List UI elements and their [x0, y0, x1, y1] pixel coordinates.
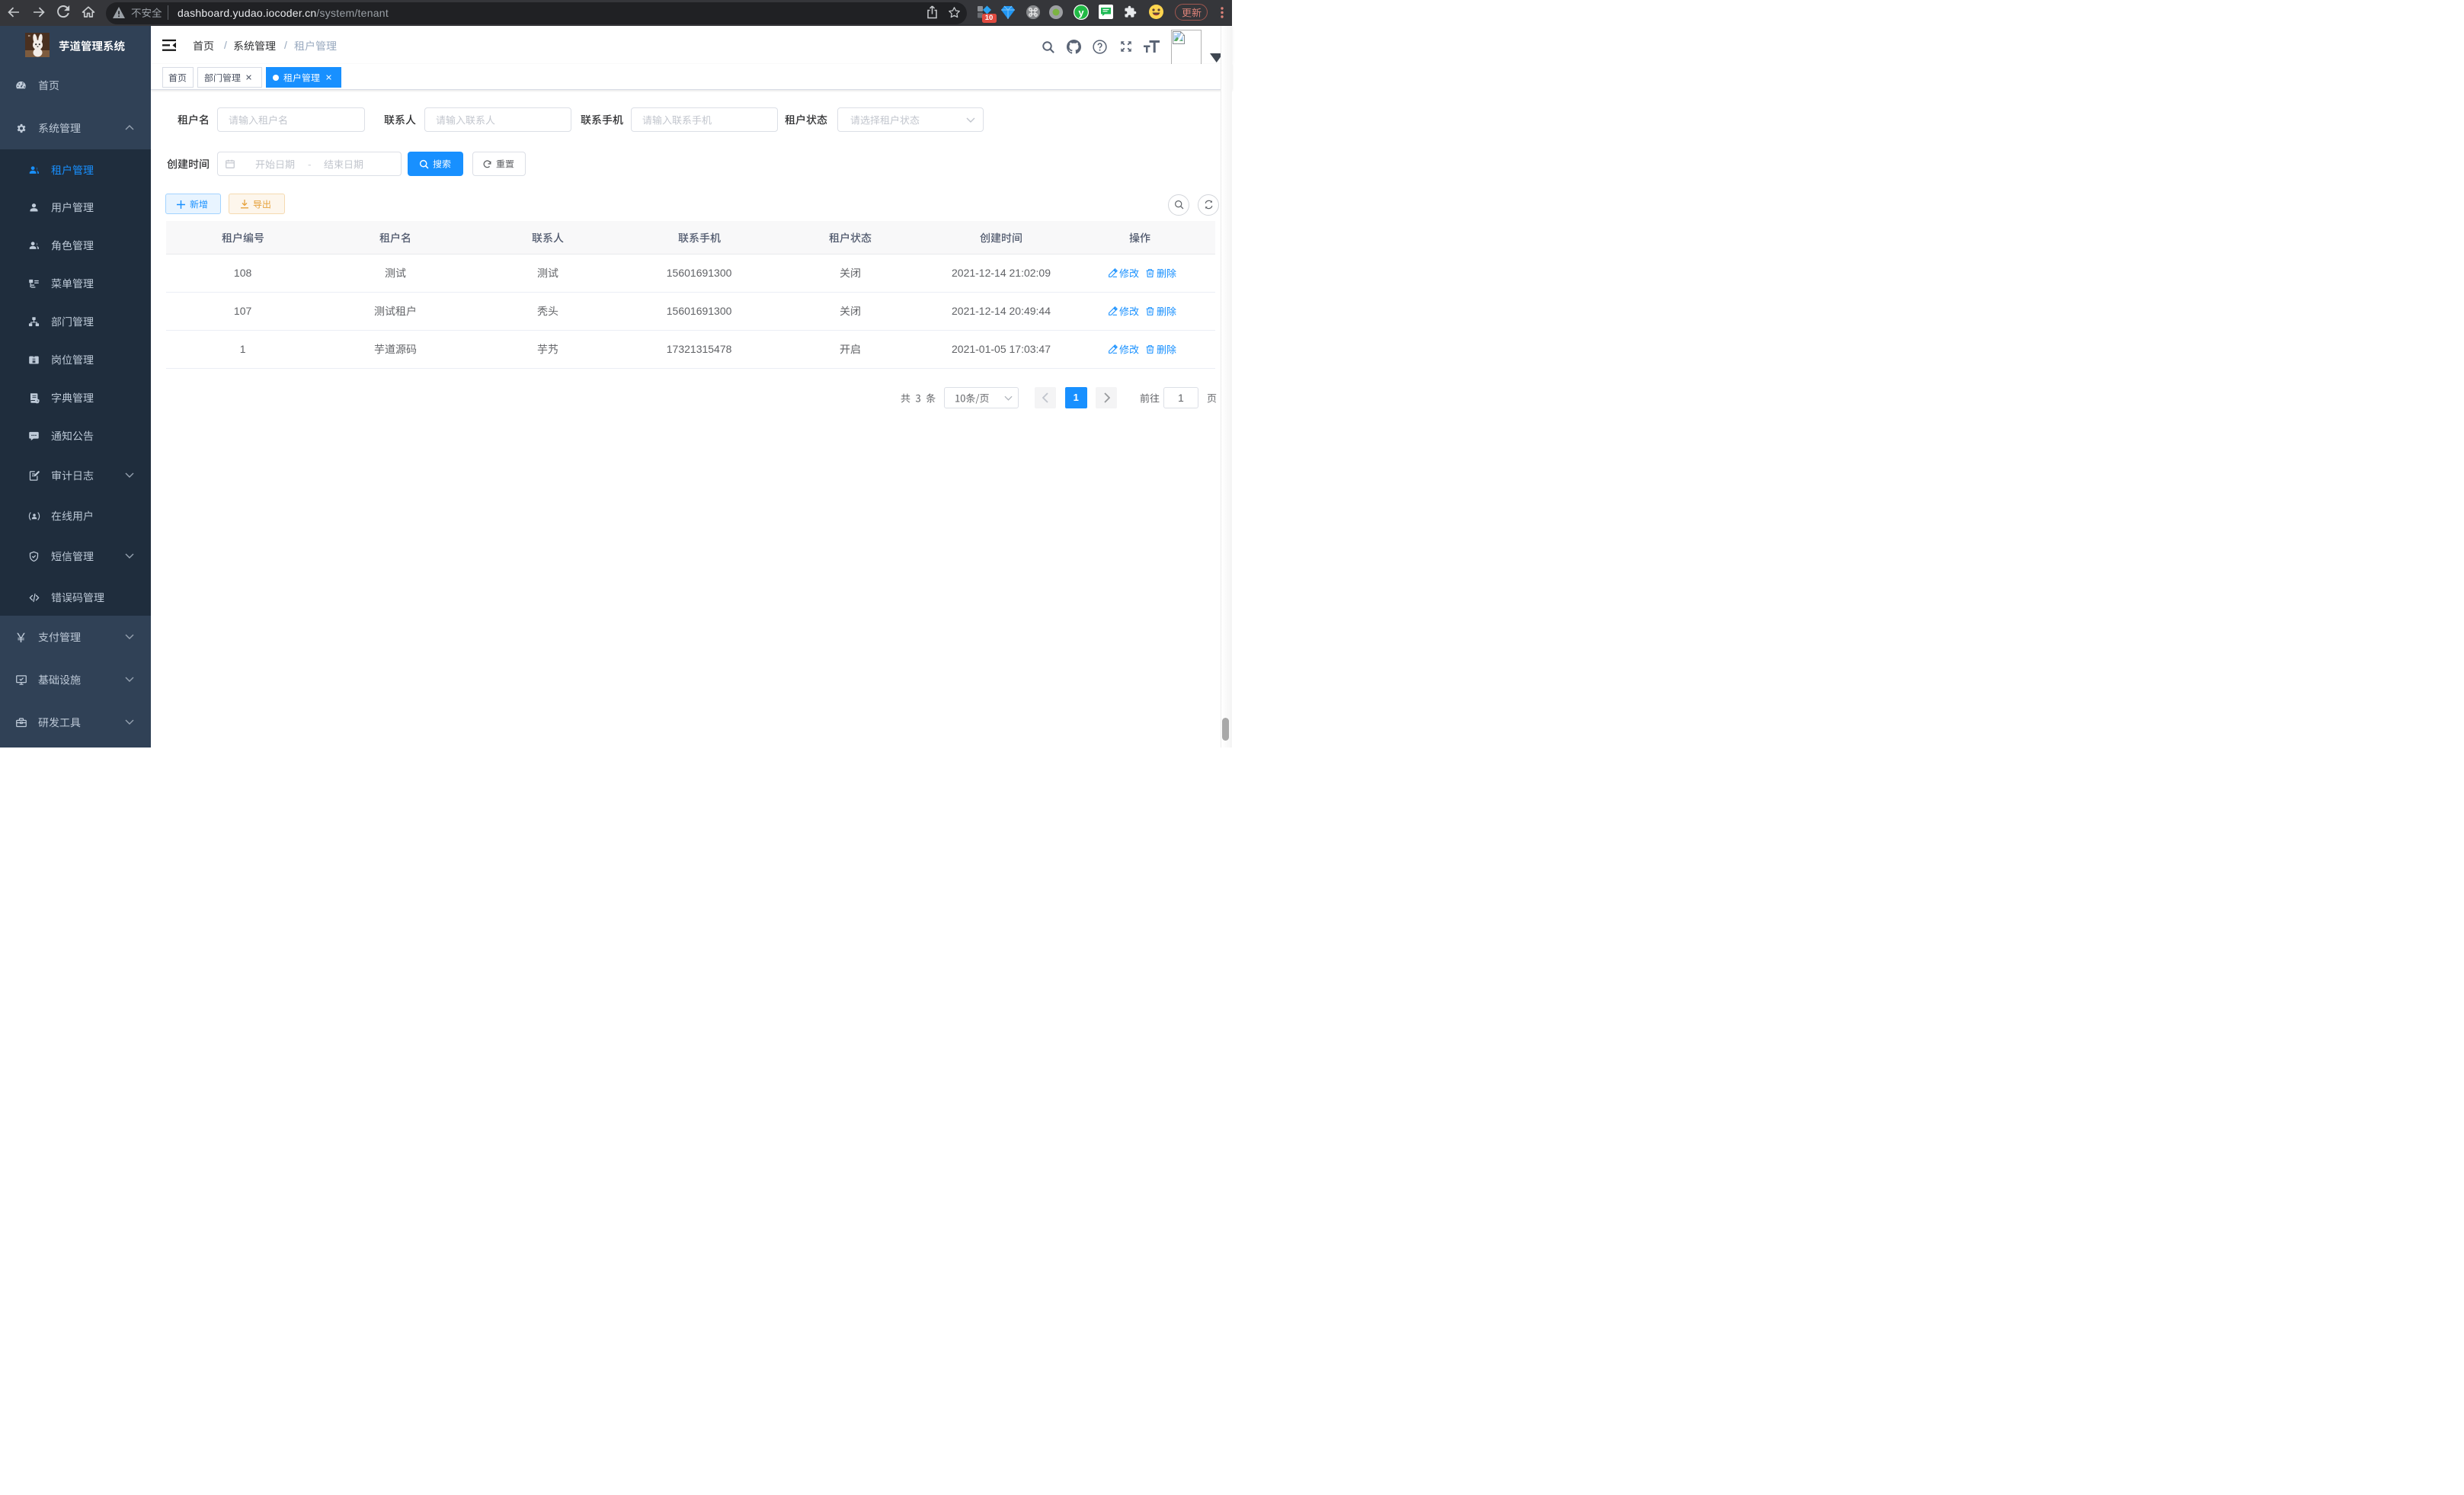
svg-text:y: y — [1078, 7, 1084, 18]
